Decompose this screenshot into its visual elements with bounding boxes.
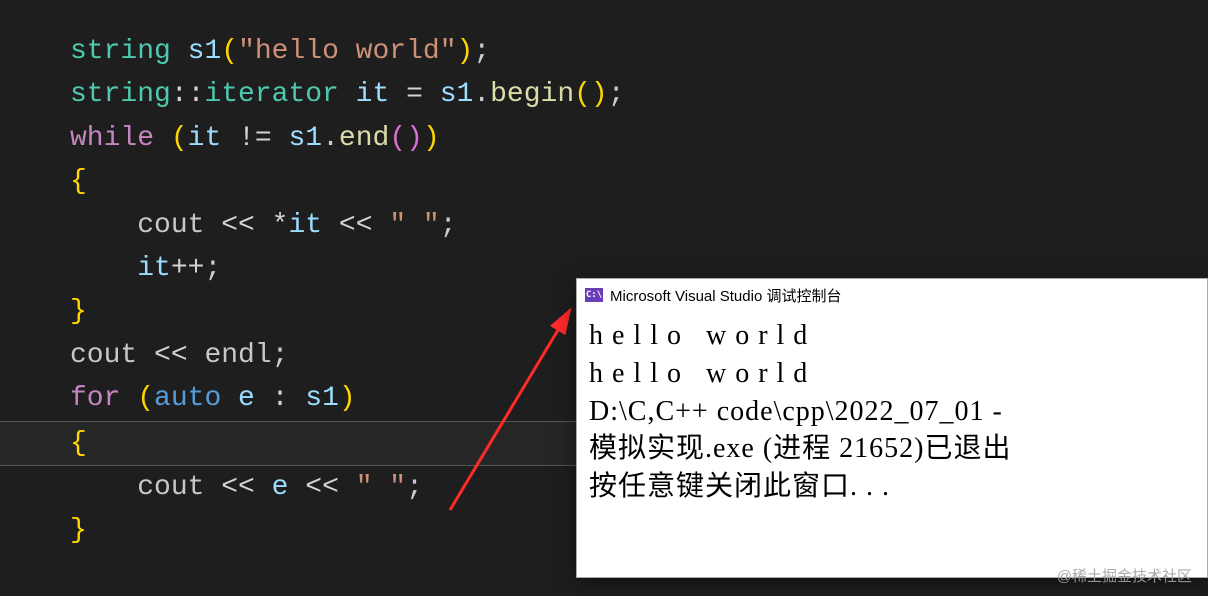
token-string: " " [356, 472, 406, 503]
token-var: it [288, 210, 338, 241]
token-op: = [406, 79, 440, 110]
token-type: string [70, 79, 171, 110]
token-var: s1 [171, 36, 221, 67]
token-brace: } [70, 515, 87, 546]
code-line: string::iterator it = s1.begin(); [70, 73, 1208, 116]
console-titlebar[interactable]: C:\ Microsoft Visual Studio 调试控制台 [577, 279, 1207, 311]
token-dot: . [322, 123, 339, 154]
token-pad [70, 210, 137, 241]
token-semi: ; [272, 340, 289, 371]
console-output[interactable]: h e l l o w o r l dh e l l o w o r l dD:… [577, 311, 1207, 512]
token-string: " " [389, 210, 439, 241]
token-var: s1 [288, 123, 322, 154]
token-var: e [238, 383, 272, 414]
token-op: != [238, 123, 288, 154]
code-line: while (it != s1.end()) [70, 117, 1208, 160]
token-endl: endl [204, 340, 271, 371]
token-var: it [339, 79, 406, 110]
token-paren: ( [221, 36, 238, 67]
token-op: * [272, 210, 289, 241]
token-var: s1 [440, 79, 474, 110]
token-brace: { [70, 428, 87, 459]
token-scope: :: [171, 79, 205, 110]
console-line: 模拟实现.exe (进程 21652)已退出 [589, 430, 1195, 468]
token-func: end [339, 123, 389, 154]
console-window[interactable]: C:\ Microsoft Visual Studio 调试控制台 h e l … [576, 278, 1208, 578]
token-type: iterator [204, 79, 338, 110]
token-paren: () [389, 123, 423, 154]
code-line: string s1("hello world"); [70, 30, 1208, 73]
token-cout: cout [137, 210, 221, 241]
token-op: << [154, 340, 204, 371]
token-pad [70, 472, 137, 503]
token-op: << [221, 472, 271, 503]
token-auto: auto [154, 383, 238, 414]
token-paren: ) [423, 123, 440, 154]
token-string: "hello world" [238, 36, 456, 67]
token-func: begin [490, 79, 574, 110]
token-paren: ( [171, 123, 188, 154]
token-semi: ; [608, 79, 625, 110]
token-semi: ; [440, 210, 457, 241]
console-line: 按任意键关闭此窗口. . . [589, 468, 1195, 506]
token-cout: cout [137, 472, 221, 503]
token-op: << [221, 210, 271, 241]
console-title-text: Microsoft Visual Studio 调试控制台 [610, 285, 841, 306]
code-line: { [70, 160, 1208, 203]
token-paren: ) [339, 383, 356, 414]
console-line: h e l l o w o r l d [589, 317, 1195, 355]
vs-console-icon: C:\ [585, 288, 603, 302]
token-semi: ; [204, 253, 221, 284]
token-var: e [272, 472, 306, 503]
token-pad [70, 253, 137, 284]
watermark: @稀土掘金技术社区 [1057, 565, 1192, 586]
token-type: string [70, 36, 171, 67]
token-var: it [137, 253, 171, 284]
token-op: << [339, 210, 389, 241]
token-paren: ( [137, 383, 154, 414]
token-keyword: while [70, 123, 171, 154]
token-brace: { [70, 166, 87, 197]
token-semi: ; [473, 36, 490, 67]
token-brace: } [70, 296, 87, 327]
token-keyword: for [70, 383, 137, 414]
token-op: ++ [171, 253, 205, 284]
code-line: cout << *it << " "; [70, 204, 1208, 247]
token-var: s1 [305, 383, 339, 414]
token-semi: ; [406, 472, 423, 503]
token-op: << [305, 472, 355, 503]
token-dot: . [473, 79, 490, 110]
token-var: it [188, 123, 238, 154]
token-paren: ) [457, 36, 474, 67]
console-line: h e l l o w o r l d [589, 355, 1195, 393]
token-paren: () [574, 79, 608, 110]
token-cout: cout [70, 340, 154, 371]
console-line: D:\C,C++ code\cpp\2022_07_01 - [589, 393, 1195, 431]
token-colon: : [272, 383, 306, 414]
